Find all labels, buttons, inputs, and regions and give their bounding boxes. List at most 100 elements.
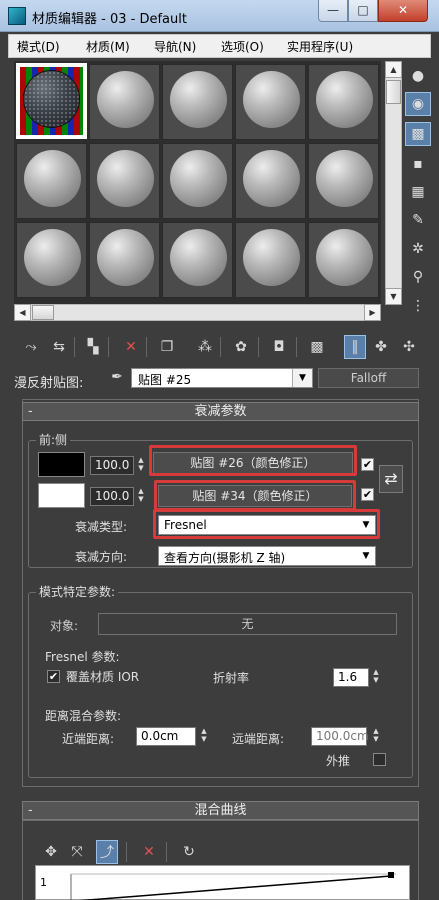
sample-slot[interactable]	[235, 222, 306, 298]
scroll-up-arrow-icon[interactable]: ▲	[385, 61, 402, 78]
side-amount-field[interactable]: 100.0	[90, 487, 134, 506]
curve-point[interactable]	[388, 872, 394, 878]
scroll-thumb[interactable]	[32, 305, 54, 320]
menu-options[interactable]: 选项(O)	[221, 38, 264, 55]
move-icon[interactable]: ✥	[40, 840, 62, 864]
front-amount-field[interactable]: 100.0	[90, 456, 134, 475]
scroll-left-arrow-icon[interactable]: ◀	[14, 304, 31, 321]
put-to-library-icon[interactable]: ✿	[230, 335, 252, 359]
menu-navigation[interactable]: 导航(N)	[154, 38, 196, 55]
sample-slot[interactable]	[235, 64, 306, 140]
close-button[interactable]: ✕	[378, 0, 428, 22]
sample-slot-active[interactable]	[16, 63, 87, 139]
sample-type-sphere-icon[interactable]: ●	[405, 64, 431, 88]
menu-mode[interactable]: 模式(D)	[17, 38, 60, 55]
show-shaded-in-viewport-icon[interactable]: ▩	[306, 335, 328, 359]
scroll-thumb[interactable]	[386, 80, 401, 104]
side-color-swatch[interactable]	[38, 483, 85, 508]
slots-horizontal-scrollbar[interactable]	[14, 304, 381, 321]
diffuse-map-label: 漫反射贴图:	[14, 376, 84, 391]
scroll-right-arrow-icon[interactable]: ▶	[364, 304, 381, 321]
go-to-parent-icon[interactable]: ✤	[370, 335, 392, 359]
chevron-down-icon[interactable]: ▼	[292, 369, 312, 387]
copy-material-icon[interactable]: ❐	[156, 335, 178, 359]
material-sphere	[24, 71, 79, 127]
material-sphere	[97, 229, 154, 286]
material-map-navigator-icon[interactable]: ⋮	[405, 294, 431, 318]
ior-field[interactable]: 1.6	[333, 668, 369, 687]
object-pick-button[interactable]: 无	[98, 613, 397, 635]
menu-material[interactable]: 材质(M)	[86, 38, 130, 55]
menu-utilities[interactable]: 实用程序(U)	[287, 38, 353, 55]
extrapolate-checkbox[interactable]	[373, 753, 386, 766]
reset-curves-icon[interactable]: ↻	[178, 840, 200, 864]
get-material-icon[interactable]: ⤳	[20, 335, 42, 359]
spinner-icon[interactable]: ▲ ▼	[136, 456, 146, 475]
sample-uv-tiling-icon[interactable]: ▪	[405, 152, 431, 176]
spinner-icon[interactable]: ▲ ▼	[199, 727, 209, 746]
object-label: 对象:	[50, 619, 79, 633]
material-sphere	[316, 71, 373, 128]
sample-slot[interactable]	[308, 64, 379, 140]
sample-slot[interactable]	[162, 222, 233, 298]
reset-map-icon[interactable]: ✕	[120, 335, 142, 359]
make-preview-icon[interactable]: ✎	[405, 208, 431, 232]
scale-point-icon[interactable]: ⤧	[66, 840, 88, 864]
spinner-icon[interactable]: ▲ ▼	[371, 727, 381, 746]
make-unique-icon[interactable]: ⁂	[194, 335, 216, 359]
sample-slot[interactable]	[16, 222, 87, 298]
options-icon[interactable]: ✲	[405, 237, 431, 261]
material-id-channel-icon[interactable]: ◘	[268, 335, 290, 359]
highlight-box	[149, 445, 357, 476]
highlight-box	[154, 480, 356, 511]
toolbar-separator	[166, 842, 167, 862]
toolbar-separator	[108, 337, 109, 357]
mix-curve-rollout-header[interactable]: - 混合曲线	[22, 801, 419, 820]
falloff-rollout-header[interactable]: - 衰减参数	[22, 402, 419, 421]
maximize-button[interactable]: □	[348, 0, 378, 22]
map-type-button[interactable]: Falloff	[318, 368, 419, 388]
show-end-result-icon[interactable]: ‖	[344, 335, 366, 359]
material-sphere	[24, 150, 81, 207]
sample-slot[interactable]	[16, 143, 87, 219]
near-distance-field[interactable]: 0.0cm	[136, 727, 196, 746]
sample-slot[interactable]	[308, 222, 379, 298]
backlight-icon[interactable]: ◉	[405, 92, 431, 116]
map-name-field[interactable]: 贴图 #25	[131, 368, 313, 388]
side-map-checkbox[interactable]: ✔	[361, 488, 374, 501]
assign-material-icon[interactable]: ▚	[82, 335, 104, 359]
mode-params-title: 模式特定参数:	[36, 583, 119, 600]
front-color-swatch[interactable]	[38, 452, 85, 477]
override-ior-checkbox[interactable]: ✔	[47, 670, 60, 683]
menu-bar: 模式(D) 材质(M) 导航(N) 选项(O) 实用程序(U)	[8, 34, 431, 58]
collapse-icon: -	[28, 404, 33, 419]
sample-slot[interactable]	[89, 222, 160, 298]
go-forward-sibling-icon[interactable]: ✣	[398, 335, 420, 359]
sample-slot[interactable]	[308, 143, 379, 219]
scroll-down-arrow-icon[interactable]: ▼	[385, 288, 402, 305]
sample-slots	[14, 61, 381, 305]
add-point-icon[interactable]: ⤴	[96, 840, 118, 864]
mix-curve-graph[interactable]	[35, 865, 410, 900]
put-material-to-scene-icon[interactable]: ⇆	[48, 335, 70, 359]
front-map-checkbox[interactable]: ✔	[361, 458, 374, 471]
swap-colors-icon[interactable]: ⇄	[379, 465, 403, 493]
falloff-direction-select[interactable]: 查看方向(摄影机 Z 轴) ▼	[158, 546, 376, 566]
minimize-button[interactable]: —	[318, 0, 348, 22]
sample-slot[interactable]	[89, 64, 160, 140]
toolbar-separator	[146, 337, 147, 357]
sample-slot[interactable]	[162, 143, 233, 219]
sample-slot[interactable]	[89, 143, 160, 219]
far-distance-label: 远端距离:	[232, 732, 285, 746]
select-by-material-icon[interactable]: ⚲	[405, 265, 431, 289]
far-distance-field[interactable]: 100.0cm	[311, 727, 369, 746]
eyedropper-icon[interactable]: ✒	[107, 369, 127, 389]
sample-slot[interactable]	[235, 143, 306, 219]
background-checker-icon[interactable]: ▩	[405, 122, 431, 146]
toolbar-separator	[258, 337, 259, 357]
spinner-icon[interactable]: ▲ ▼	[371, 668, 381, 687]
delete-point-icon[interactable]: ✕	[138, 840, 160, 864]
video-color-check-icon[interactable]: ▦	[405, 180, 431, 204]
spinner-icon[interactable]: ▲ ▼	[136, 487, 146, 506]
sample-slot[interactable]	[162, 64, 233, 140]
